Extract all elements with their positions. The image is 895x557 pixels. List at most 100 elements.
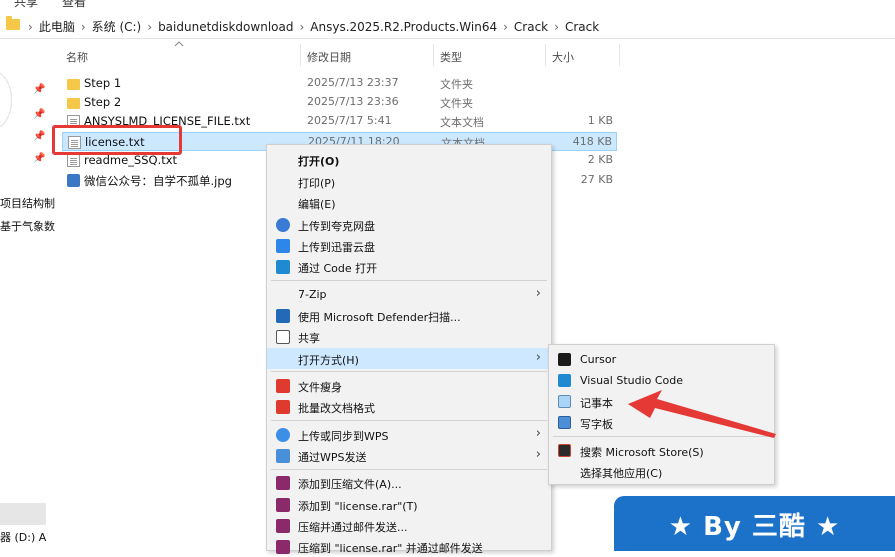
pin-icon[interactable]: 📌 — [33, 110, 45, 120]
file-name: Step 1 — [84, 76, 122, 90]
share-icon — [276, 330, 290, 344]
file-type: 文件夹 — [440, 97, 473, 110]
file-row[interactable]: Step 2 2025/7/13 23:36 文件夹 — [62, 93, 617, 112]
file-name: Step 2 — [84, 95, 122, 109]
menu-item-batch-convert[interactable]: 批量改文档格式 — [267, 396, 551, 417]
wordpad-icon — [558, 416, 571, 429]
breadcrumb-crack-current[interactable]: Crack — [565, 20, 599, 34]
menu-item-open-with[interactable]: 打开方式(H) › — [267, 348, 551, 369]
chevron-right-icon: › — [28, 19, 33, 34]
highlight-box — [52, 125, 182, 155]
pin-icon[interactable]: 📌 — [33, 154, 45, 164]
file-row[interactable]: Step 1 2025/7/13 23:37 文件夹 — [62, 74, 617, 93]
folder-icon — [67, 79, 80, 90]
nav-item[interactable]: 基于气象数 — [0, 218, 55, 234]
nav-selection-highlight — [0, 503, 46, 525]
menu-separator — [271, 420, 547, 421]
file-date: 2025/7/13 23:37 — [307, 76, 399, 89]
wps-send-icon — [276, 449, 290, 463]
menu-item-edit[interactable]: 编辑(E) — [267, 192, 551, 213]
chevron-right-icon: › — [535, 426, 541, 441]
chevron-right-icon: › — [535, 286, 541, 301]
menu-item-slim[interactable]: 文件瘦身 — [267, 375, 551, 396]
menu-item-add-license-rar[interactable]: 添加到 "license.rar"(T) — [267, 494, 551, 515]
menu-separator — [271, 280, 547, 281]
winrar-icon — [276, 519, 290, 533]
folder-icon — [6, 16, 20, 30]
store-icon — [558, 444, 571, 457]
column-header-size[interactable]: 大小 — [552, 49, 574, 65]
menu-item-compress-email[interactable]: 压缩并通过邮件发送... — [267, 515, 551, 536]
wps-cloud-icon — [276, 428, 290, 442]
winrar-icon — [276, 498, 290, 512]
breadcrumb-c-drive[interactable]: 系统 (C:) — [92, 18, 142, 35]
submenu-item-store[interactable]: 搜索 Microsoft Store(S) — [549, 440, 774, 461]
wps-icon — [276, 379, 290, 393]
chevron-right-icon: › — [147, 19, 153, 34]
notepad-icon — [558, 395, 571, 408]
file-size: 418 KB — [572, 135, 612, 148]
red-arrow-annotation — [628, 390, 776, 438]
menu-separator — [271, 371, 547, 372]
menu-item-quark[interactable]: 上传到夸克网盘 — [267, 214, 551, 235]
menu-item-wps-send[interactable]: 通过WPS发送 › — [267, 445, 551, 466]
context-menu: 打开(O) 打印(P) 编辑(E) 上传到夸克网盘 上传到迅雷云盘 通过 Cod… — [266, 144, 552, 555]
menu-item-open[interactable]: 打开(O) — [267, 149, 551, 170]
pin-icon[interactable]: 📌 — [33, 132, 45, 142]
column-header-date[interactable]: 修改日期 — [307, 49, 351, 65]
file-size: 1 KB — [587, 114, 613, 127]
menu-item-defender[interactable]: 使用 Microsoft Defender扫描... — [267, 305, 551, 326]
submenu-item-choose-other[interactable]: 选择其他应用(C) — [549, 461, 774, 482]
column-divider[interactable] — [433, 44, 434, 66]
menu-item-add-archive[interactable]: 添加到压缩文件(A)... — [267, 472, 551, 493]
quick-access-circle — [0, 70, 12, 130]
menu-separator — [271, 469, 547, 470]
nav-item[interactable]: 项目结构制 — [0, 195, 55, 211]
chevron-right-icon: › — [80, 19, 86, 34]
chevron-right-icon: › — [299, 19, 305, 34]
pin-icon[interactable]: 📌 — [33, 85, 45, 95]
column-header-type[interactable]: 类型 — [440, 49, 462, 65]
chevron-right-icon: › — [535, 350, 541, 365]
ribbon-tab-view[interactable]: 查看 — [62, 0, 86, 10]
ribbon-tab-share[interactable]: 共享 — [14, 0, 38, 10]
file-size: 2 KB — [587, 153, 613, 166]
watermark-text: ★ By 三酷 ★ — [668, 512, 841, 542]
defender-shield-icon — [276, 309, 290, 323]
file-date: 2025/7/13 23:36 — [307, 95, 399, 108]
menu-item-7zip[interactable]: 7-Zip › — [267, 284, 551, 305]
breadcrumb-baidunetdisk[interactable]: baidunetdiskdownload — [158, 20, 293, 34]
breadcrumb-crack[interactable]: Crack — [514, 20, 548, 34]
winrar-icon — [276, 540, 290, 554]
column-divider[interactable] — [300, 44, 301, 66]
menu-item-compress-license-email[interactable]: 压缩到 "license.rar" 并通过邮件发送 — [267, 536, 551, 557]
file-name: readme_SSQ.txt — [84, 153, 178, 167]
file-size: 27 KB — [580, 173, 613, 186]
column-divider[interactable] — [545, 44, 546, 66]
menu-item-open-with-code[interactable]: 通过 Code 打开 — [267, 256, 551, 277]
breadcrumb-this-pc[interactable]: 此电脑 — [39, 18, 75, 35]
submenu-item-cursor[interactable]: Cursor — [549, 349, 774, 370]
file-type: 文本文档 — [440, 116, 484, 129]
menu-item-print[interactable]: 打印(P) — [267, 171, 551, 192]
menu-item-wps-sync[interactable]: 上传或同步到WPS › — [267, 424, 551, 445]
column-divider[interactable] — [619, 44, 620, 66]
menu-item-xunlei[interactable]: 上传到迅雷云盘 — [267, 235, 551, 256]
quark-cloud-icon — [276, 218, 290, 232]
chevron-right-icon: › — [535, 447, 541, 462]
submenu-item-vscode[interactable]: Visual Studio Code — [549, 370, 774, 391]
column-header-name[interactable]: 名称 — [66, 49, 88, 65]
xunlei-icon — [276, 239, 290, 253]
breadcrumb: › 此电脑 › 系统 (C:) › baidunetdiskdownload ›… — [22, 18, 599, 35]
nav-item-d-drive[interactable]: 器 (D:) A — [0, 529, 46, 545]
navigation-pane: 📌 📌 📌 📌 项目结构制 基于气象数 器 (D:) A — [0, 40, 58, 551]
address-bar[interactable]: › 此电脑 › 系统 (C:) › baidunetdiskdownload ›… — [0, 12, 895, 39]
vscode-icon — [558, 374, 571, 387]
file-date: 2025/7/17 5:41 — [307, 114, 392, 127]
breadcrumb-ansys[interactable]: Ansys.2025.R2.Products.Win64 — [310, 20, 497, 34]
cursor-app-icon — [558, 353, 571, 366]
winrar-icon — [276, 476, 290, 490]
image-file-icon — [67, 174, 80, 187]
file-name: 微信公众号：自学不孤单.jpg — [84, 174, 232, 188]
menu-item-share[interactable]: 共享 — [267, 326, 551, 347]
